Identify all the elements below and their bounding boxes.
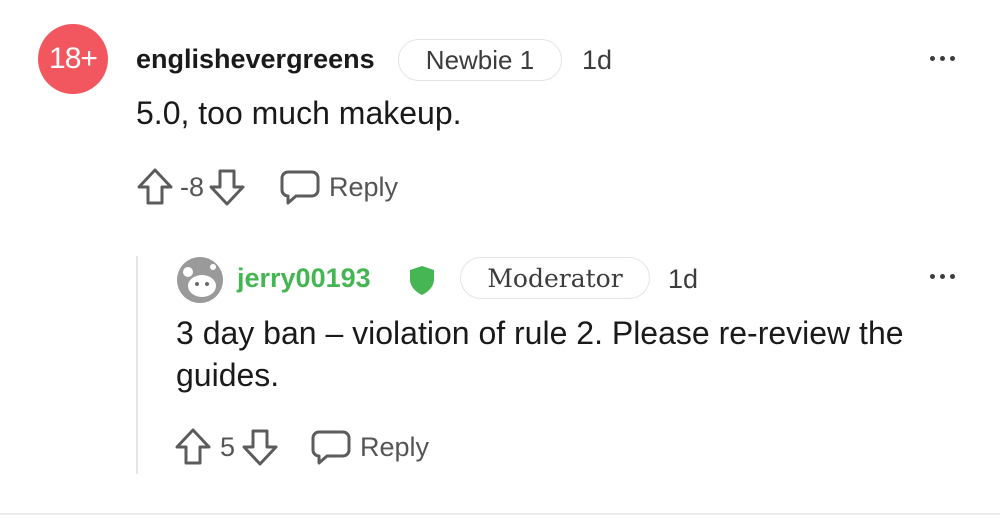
reply-label: Reply — [329, 171, 399, 202]
upvote-icon[interactable] — [136, 167, 174, 207]
more-options-icon[interactable] — [930, 56, 955, 61]
divider — [0, 513, 1000, 515]
downvote-icon[interactable] — [241, 427, 279, 467]
moderator-flair: Moderator — [460, 257, 650, 299]
user-flair: Newbie 1 — [398, 39, 562, 81]
thread-line[interactable] — [136, 256, 138, 474]
downvote-icon[interactable] — [208, 167, 246, 207]
reply-actions: 5 Reply — [174, 426, 429, 468]
reply-label: Reply — [360, 431, 430, 462]
reply-button[interactable]: Reply — [280, 168, 398, 206]
comment-timestamp: 1d — [582, 45, 613, 75]
vote-score: 5 — [220, 431, 236, 462]
reply-timestamp: 1d — [668, 264, 699, 294]
comment-bubble-icon — [280, 168, 320, 206]
reply-body-line1: 3 day ban – violation of rule 2. Please … — [176, 315, 904, 351]
more-options-icon[interactable] — [930, 274, 955, 279]
reply-body-line2: guides. — [176, 357, 280, 393]
moderator-username[interactable]: jerry00193 — [237, 263, 371, 294]
comment-bubble-icon — [311, 428, 351, 466]
reply-button[interactable]: Reply — [311, 428, 429, 466]
vote-score: -8 — [180, 171, 205, 202]
upvote-icon[interactable] — [174, 427, 212, 467]
nsfw-avatar[interactable]: 18+ — [38, 24, 108, 94]
comment-body: 5.0, too much makeup. — [136, 95, 462, 131]
snoo-avatar[interactable] — [176, 256, 224, 304]
comment-username[interactable]: englishevergreens — [136, 44, 375, 75]
shield-icon — [408, 264, 436, 296]
comment-actions: -8 Reply — [136, 166, 398, 208]
